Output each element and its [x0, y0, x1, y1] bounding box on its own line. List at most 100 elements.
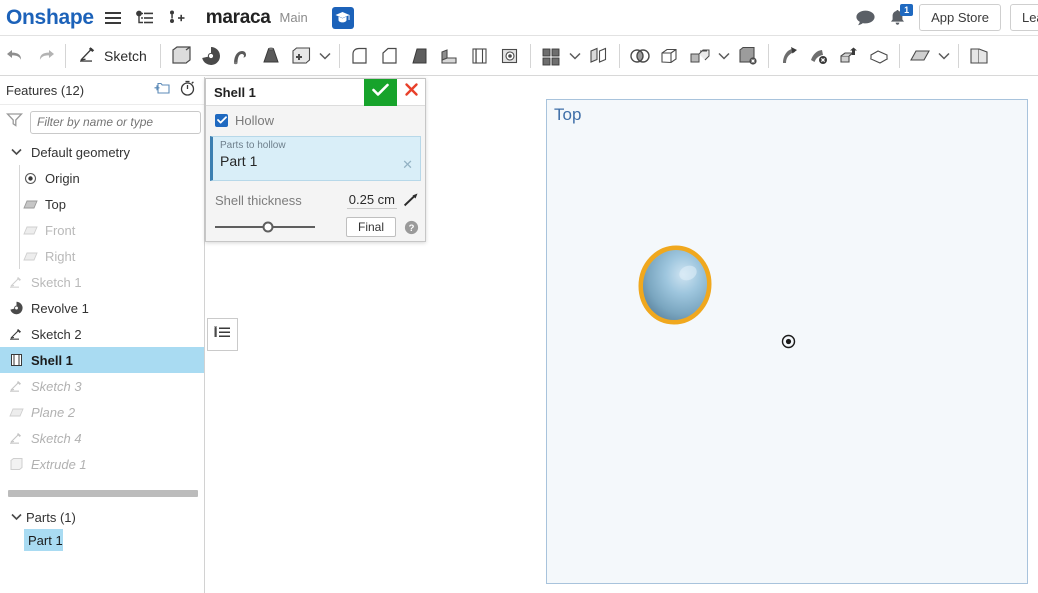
funnel-filter-icon[interactable] [5, 112, 24, 132]
feature-list-toggle-button[interactable] [207, 318, 238, 351]
extrude-tool[interactable] [166, 36, 196, 76]
sketch-button[interactable]: Sketch [71, 36, 155, 76]
tree-item-sketch-2[interactable]: Sketch 2 [0, 321, 204, 347]
tree-item-sketch-1[interactable]: Sketch 1 [0, 269, 204, 295]
shell-tool[interactable] [465, 36, 495, 76]
mirror-tool[interactable] [584, 36, 614, 76]
sweep-tool[interactable] [226, 36, 256, 76]
shell-thickness-label: Shell thickness [215, 192, 302, 208]
flip-direction-arrow-icon[interactable] [403, 192, 419, 208]
thickness-slider-handle[interactable] [262, 221, 274, 233]
toolbar-divider [65, 43, 66, 68]
features-panel-header: Features (12) [0, 77, 204, 105]
dialog-title: Shell 1 [214, 84, 256, 100]
origin-target-icon[interactable] [781, 334, 796, 354]
branch-add-icon[interactable] [164, 5, 190, 31]
fillet-tool[interactable] [345, 36, 375, 76]
rib-tool[interactable] [435, 36, 465, 76]
tree-item-top[interactable]: Top [0, 191, 204, 217]
tree-item-revolve-1[interactable]: Revolve 1 [0, 295, 204, 321]
draft-tool[interactable] [405, 36, 435, 76]
chevron-down-icon[interactable] [316, 36, 334, 76]
tree-guide-line [19, 165, 20, 269]
undo-arrow-icon[interactable] [0, 36, 30, 76]
split-tool[interactable] [655, 36, 685, 76]
revolve-icon [6, 301, 26, 315]
shell-feature-dialog: Shell 1 Hollow Parts to hollow Part 1 ✕ … [205, 78, 426, 242]
tree-item-extrude-1[interactable]: Extrude 1 [0, 451, 204, 477]
chevron-down-icon[interactable] [935, 36, 953, 76]
learn-button[interactable]: Lear [1009, 4, 1038, 31]
chevron-down-icon[interactable] [6, 513, 26, 521]
chevron-down-icon[interactable] [715, 36, 733, 76]
shell-thickness-input[interactable]: 0.25 cm [346, 192, 397, 209]
document-title[interactable]: maraca [206, 7, 271, 29]
chamfer-tool[interactable] [375, 36, 405, 76]
sheet-metal-tool[interactable] [964, 36, 994, 76]
tree-item-right[interactable]: Right [0, 243, 204, 269]
delete-face-tool[interactable] [804, 36, 834, 76]
final-button[interactable]: Final [345, 217, 396, 237]
help-question-icon[interactable]: ? [404, 220, 419, 235]
toolbar-divider [529, 43, 531, 68]
replace-face-tool[interactable] [834, 36, 864, 76]
cancel-button[interactable] [397, 79, 425, 106]
feature-toolbar: Sketch [0, 36, 1038, 76]
tree-item-origin[interactable]: Origin [0, 165, 204, 191]
move-face-tool[interactable] [774, 36, 804, 76]
pencil-sketch-icon [6, 327, 26, 341]
pencil-sketch-icon [6, 379, 26, 393]
hole-tool[interactable] [495, 36, 525, 76]
tree-item-label: Right [45, 248, 76, 264]
redo-arrow-icon[interactable] [30, 36, 60, 76]
confirm-button[interactable] [364, 78, 397, 106]
more-solid-tools[interactable] [286, 36, 316, 76]
tree-item-shell-1[interactable]: Shell 1 [0, 347, 204, 373]
onshape-logo[interactable]: Onshape [6, 6, 94, 30]
hollow-option-row[interactable]: Hollow [206, 106, 425, 134]
transform-tool[interactable] [685, 36, 715, 76]
toolbar-divider [957, 43, 959, 68]
loft-tool[interactable] [256, 36, 286, 76]
chevron-down-icon[interactable] [6, 148, 26, 156]
branch-label[interactable]: Main [280, 10, 308, 25]
boolean-tool[interactable] [625, 36, 655, 76]
hollow-checkbox[interactable] [215, 113, 228, 127]
features-count-title: Features (12) [6, 83, 85, 98]
graduation-cap-icon[interactable] [331, 6, 354, 29]
app-store-button[interactable]: App Store [919, 4, 1001, 31]
new-folder-icon[interactable] [154, 81, 170, 100]
hamburger-menu-icon[interactable] [100, 5, 126, 31]
tree-item-default-geometry[interactable]: Default geometry [0, 139, 204, 165]
parts-list-item-part-1[interactable]: Part 1 [24, 529, 63, 551]
stopwatch-icon[interactable] [179, 80, 196, 101]
thickness-slider[interactable] [215, 221, 315, 233]
toolbar-divider [618, 43, 620, 68]
part-body-highlighted[interactable] [631, 242, 721, 337]
clear-x-icon[interactable]: ✕ [402, 158, 413, 171]
pattern-tool[interactable] [536, 36, 566, 76]
revolve-tool[interactable] [196, 36, 226, 76]
tree-item-plane-2[interactable]: Plane 2 [0, 399, 204, 425]
version-graph-icon[interactable] [132, 5, 158, 31]
rollback-bar[interactable] [8, 490, 198, 497]
toolbar-divider [767, 43, 769, 68]
parts-section-header[interactable]: Parts (1) [0, 504, 204, 530]
filter-input[interactable] [30, 110, 201, 134]
pencil-sketch-icon [6, 275, 26, 289]
comment-bubble-icon[interactable] [852, 5, 878, 31]
hollow-label: Hollow [235, 112, 275, 128]
dialog-title-bar: Shell 1 [206, 78, 425, 106]
bell-icon[interactable]: 1 [884, 3, 914, 31]
tree-item-sketch-4[interactable]: Sketch 4 [0, 425, 204, 451]
parts-to-hollow-selector[interactable]: Parts to hollow Part 1 ✕ [210, 136, 421, 181]
enclose-tool[interactable] [864, 36, 894, 76]
chevron-down-icon[interactable] [566, 36, 584, 76]
tree-item-sketch-3[interactable]: Sketch 3 [0, 373, 204, 399]
tree-item-label: Top [45, 196, 66, 212]
pencil-sketch-icon [6, 431, 26, 445]
plane-tool[interactable] [905, 36, 935, 76]
tree-item-label: Sketch 2 [31, 326, 82, 342]
delete-part-tool[interactable] [733, 36, 763, 76]
tree-item-front[interactable]: Front [0, 217, 204, 243]
